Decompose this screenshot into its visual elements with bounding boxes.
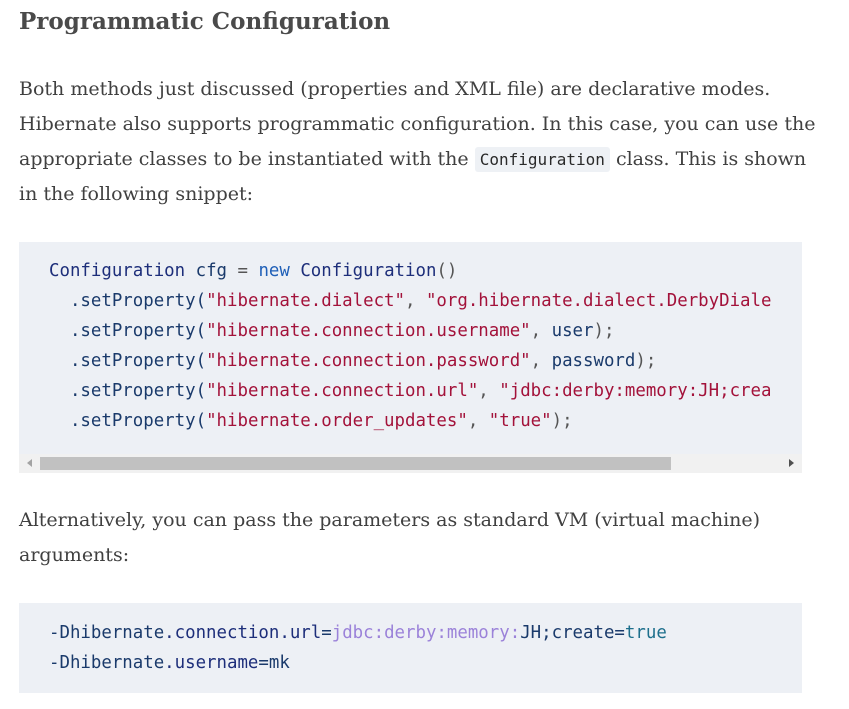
code-string: "hibernate.dialect" bbox=[206, 291, 405, 311]
code-token: .username bbox=[164, 653, 259, 673]
code-token: , bbox=[405, 291, 426, 311]
scroll-left-arrow-icon[interactable] bbox=[27, 459, 32, 467]
code-token: -Dhibernate bbox=[49, 623, 165, 643]
code-token: =mk bbox=[258, 653, 290, 673]
code-string: "jdbc:derby:memory:JH;crea bbox=[499, 381, 772, 401]
code-method: .setProperty( bbox=[49, 321, 207, 341]
horizontal-scrollbar[interactable] bbox=[19, 454, 802, 473]
code-token: new bbox=[247, 261, 301, 281]
code-token: JH;create bbox=[520, 623, 615, 643]
code-token: , bbox=[467, 411, 489, 431]
page: Programmatic Configuration Both methods … bbox=[0, 0, 849, 709]
code-token: jdbc:derby:memory: bbox=[331, 623, 521, 643]
code-token: = bbox=[614, 623, 625, 643]
code-token: = bbox=[321, 623, 332, 643]
java-code-block: Configuration cfg = new Configuration() … bbox=[19, 242, 802, 473]
code-token: () bbox=[436, 261, 458, 281]
code-string: "true" bbox=[488, 411, 552, 431]
code-token: Configuration bbox=[300, 261, 437, 281]
code-method: .setProperty( bbox=[49, 351, 207, 371]
inline-code-configuration: Configuration bbox=[474, 147, 610, 172]
code-token: .url bbox=[279, 623, 322, 643]
vm-args-code: -Dhibernate.connection.url=jdbc:derby:me… bbox=[49, 618, 667, 678]
code-string: "hibernate.order_updates" bbox=[206, 411, 468, 431]
code-token: ); bbox=[593, 321, 615, 341]
code-method: .setProperty( bbox=[49, 291, 207, 311]
code-token: password bbox=[551, 351, 636, 371]
code-token: , bbox=[530, 351, 552, 371]
intro-paragraph: Both methods just discussed (properties … bbox=[19, 72, 819, 212]
code-token: , bbox=[530, 321, 552, 341]
scroll-right-arrow-icon[interactable] bbox=[789, 459, 794, 467]
code-token: cfg bbox=[185, 261, 238, 281]
code-string: "hibernate.connection.url" bbox=[206, 381, 479, 401]
code-token: user bbox=[551, 321, 594, 341]
section-heading: Programmatic Configuration bbox=[19, 8, 391, 35]
code-string: "hibernate.connection.username" bbox=[206, 321, 531, 341]
code-token: ); bbox=[551, 411, 573, 431]
scrollbar-thumb[interactable] bbox=[40, 457, 671, 470]
java-code: Configuration cfg = new Configuration() … bbox=[49, 256, 771, 436]
code-token: -Dhibernate bbox=[49, 653, 165, 673]
code-token: Configuration bbox=[49, 261, 186, 281]
code-string: "org.hibernate.dialect.DerbyDiale bbox=[425, 291, 772, 311]
vm-arguments-paragraph: Alternatively, you can pass the paramete… bbox=[19, 509, 761, 566]
code-token: .connection bbox=[164, 623, 280, 643]
vm-args-code-block: -Dhibernate.connection.url=jdbc:derby:me… bbox=[19, 603, 802, 693]
code-token: = bbox=[237, 261, 248, 281]
code-method: .setProperty( bbox=[49, 381, 207, 401]
code-token: ); bbox=[635, 351, 657, 371]
code-token: , bbox=[478, 381, 500, 401]
code-string: "hibernate.connection.password" bbox=[206, 351, 531, 371]
code-method: .setProperty( bbox=[49, 411, 207, 431]
code-token: true bbox=[624, 623, 667, 643]
